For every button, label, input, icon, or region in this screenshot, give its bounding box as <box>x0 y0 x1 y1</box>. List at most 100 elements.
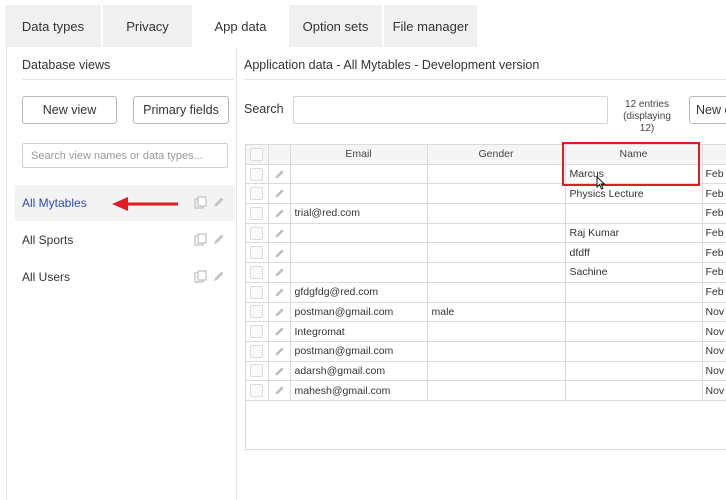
row-edit-cell[interactable] <box>268 262 291 283</box>
pencil-icon[interactable] <box>212 270 225 283</box>
edit-icon[interactable] <box>274 346 285 357</box>
tab-data-types[interactable]: Data types <box>5 5 102 47</box>
cell-email[interactable]: trial@red.com <box>290 203 428 224</box>
cell-name[interactable]: dfdff <box>565 242 703 264</box>
edit-icon[interactable] <box>274 248 285 259</box>
row-edit-cell[interactable] <box>268 302 291 323</box>
row-edit-cell[interactable] <box>268 361 291 382</box>
edit-icon[interactable] <box>274 287 285 298</box>
edit-icon[interactable] <box>274 366 285 377</box>
row-select-cell[interactable] <box>246 380 269 401</box>
column-header-email[interactable]: Email <box>290 144 428 165</box>
cell-gender[interactable] <box>427 321 566 342</box>
tab-privacy[interactable]: Privacy <box>103 5 193 47</box>
cell-email[interactable] <box>290 183 428 205</box>
cell-name[interactable] <box>565 341 703 362</box>
row-select-cell[interactable] <box>246 242 269 264</box>
cell-gender[interactable] <box>427 203 566 224</box>
row-checkbox[interactable] <box>250 325 264 339</box>
cell-email[interactable] <box>290 262 428 283</box>
cell-gender[interactable] <box>427 341 566 362</box>
row-select-cell[interactable] <box>246 223 269 244</box>
row-checkbox[interactable] <box>250 285 264 299</box>
cell-name[interactable] <box>565 380 703 401</box>
cell-date[interactable]: Feb 1 <box>702 262 726 283</box>
row-select-cell[interactable] <box>246 321 269 342</box>
cell-email[interactable] <box>290 223 428 244</box>
cell-gender[interactable] <box>427 380 566 401</box>
cell-date[interactable]: Feb 2 <box>702 223 726 244</box>
table-row[interactable]: SachineFeb 1 <box>246 262 726 283</box>
table-row[interactable]: gfdgfdg@red.com Feb 1 <box>246 282 726 303</box>
cell-name[interactable] <box>565 361 703 382</box>
table-row[interactable]: Raj KumarFeb 2 <box>246 223 726 244</box>
cell-name[interactable]: Physics Lecture <box>565 183 703 205</box>
cell-name[interactable] <box>565 302 703 323</box>
cell-gender[interactable] <box>427 183 566 205</box>
pencil-icon[interactable] <box>212 196 225 209</box>
row-checkbox[interactable] <box>250 364 264 378</box>
cell-gender[interactable] <box>427 223 566 244</box>
search-input[interactable] <box>293 96 608 124</box>
table-row[interactable]: MarcusFeb 4 <box>246 164 726 185</box>
new-entry-button[interactable]: New e <box>689 96 726 124</box>
edit-icon[interactable] <box>274 267 285 278</box>
view-item-all-users[interactable]: All Users <box>15 259 235 295</box>
cell-date[interactable]: Nov 2 <box>702 380 726 401</box>
row-select-cell[interactable] <box>246 183 269 205</box>
cell-gender[interactable] <box>427 262 566 283</box>
edit-icon[interactable] <box>274 208 285 219</box>
row-edit-cell[interactable] <box>268 242 291 264</box>
row-edit-cell[interactable] <box>268 341 291 362</box>
cell-date[interactable]: Feb 1 <box>702 282 726 303</box>
row-edit-cell[interactable] <box>268 183 291 205</box>
row-checkbox[interactable] <box>250 187 264 201</box>
cell-name[interactable]: Sachine <box>565 262 703 283</box>
cell-email[interactable]: Integromat <box>290 321 428 342</box>
row-checkbox[interactable] <box>250 384 264 398</box>
cell-name[interactable] <box>565 321 703 342</box>
row-edit-cell[interactable] <box>268 203 291 224</box>
row-checkbox[interactable] <box>250 246 264 260</box>
cell-date[interactable]: Feb 1 <box>702 242 726 264</box>
cell-date[interactable]: Feb 4 <box>702 164 726 185</box>
cell-email[interactable]: adarsh@gmail.com <box>290 361 428 382</box>
edit-icon[interactable] <box>274 307 285 318</box>
cell-name[interactable] <box>565 203 703 224</box>
table-row[interactable]: postman@gmail.commale Nov 2 <box>246 302 726 323</box>
row-checkbox[interactable] <box>250 305 264 319</box>
cell-email[interactable]: postman@gmail.com <box>290 302 428 323</box>
row-select-cell[interactable] <box>246 361 269 382</box>
cell-name[interactable] <box>565 282 703 303</box>
cell-gender[interactable]: male <box>427 302 566 323</box>
row-edit-cell[interactable] <box>268 223 291 244</box>
cell-name[interactable]: Marcus <box>565 164 703 185</box>
cell-date[interactable]: Nov 2 <box>702 302 726 323</box>
table-row[interactable]: postman@gmail.com Nov 2 <box>246 341 726 362</box>
edit-icon[interactable] <box>274 169 285 180</box>
table-row[interactable]: mahesh@gmail.com Nov 2 <box>246 380 726 401</box>
row-select-cell[interactable] <box>246 302 269 323</box>
cell-email[interactable]: mahesh@gmail.com <box>290 380 428 401</box>
cell-date[interactable]: Nov 2 <box>702 361 726 382</box>
row-select-cell[interactable] <box>246 203 269 224</box>
row-edit-cell[interactable] <box>268 164 291 185</box>
tab-app-data[interactable]: App data <box>194 5 288 47</box>
column-header-gender[interactable]: Gender <box>427 144 566 165</box>
table-row[interactable]: adarsh@gmail.com Nov 2 <box>246 361 726 382</box>
copy-icon[interactable] <box>194 233 207 246</box>
edit-icon[interactable] <box>274 188 285 199</box>
select-all-checkbox[interactable] <box>250 147 264 161</box>
row-edit-cell[interactable] <box>268 321 291 342</box>
cell-email[interactable]: postman@gmail.com <box>290 341 428 362</box>
primary-fields-button[interactable]: Primary fields <box>133 96 229 124</box>
table-row[interactable]: dfdffFeb 1 <box>246 242 726 264</box>
copy-icon[interactable] <box>194 270 207 283</box>
column-header-name[interactable]: Name <box>565 144 703 165</box>
row-select-cell[interactable] <box>246 341 269 362</box>
search-views-input[interactable] <box>22 143 228 168</box>
cell-date[interactable]: Feb 2 <box>702 203 726 224</box>
edit-icon[interactable] <box>274 385 285 396</box>
row-checkbox[interactable] <box>250 344 264 358</box>
row-select-cell[interactable] <box>246 282 269 303</box>
